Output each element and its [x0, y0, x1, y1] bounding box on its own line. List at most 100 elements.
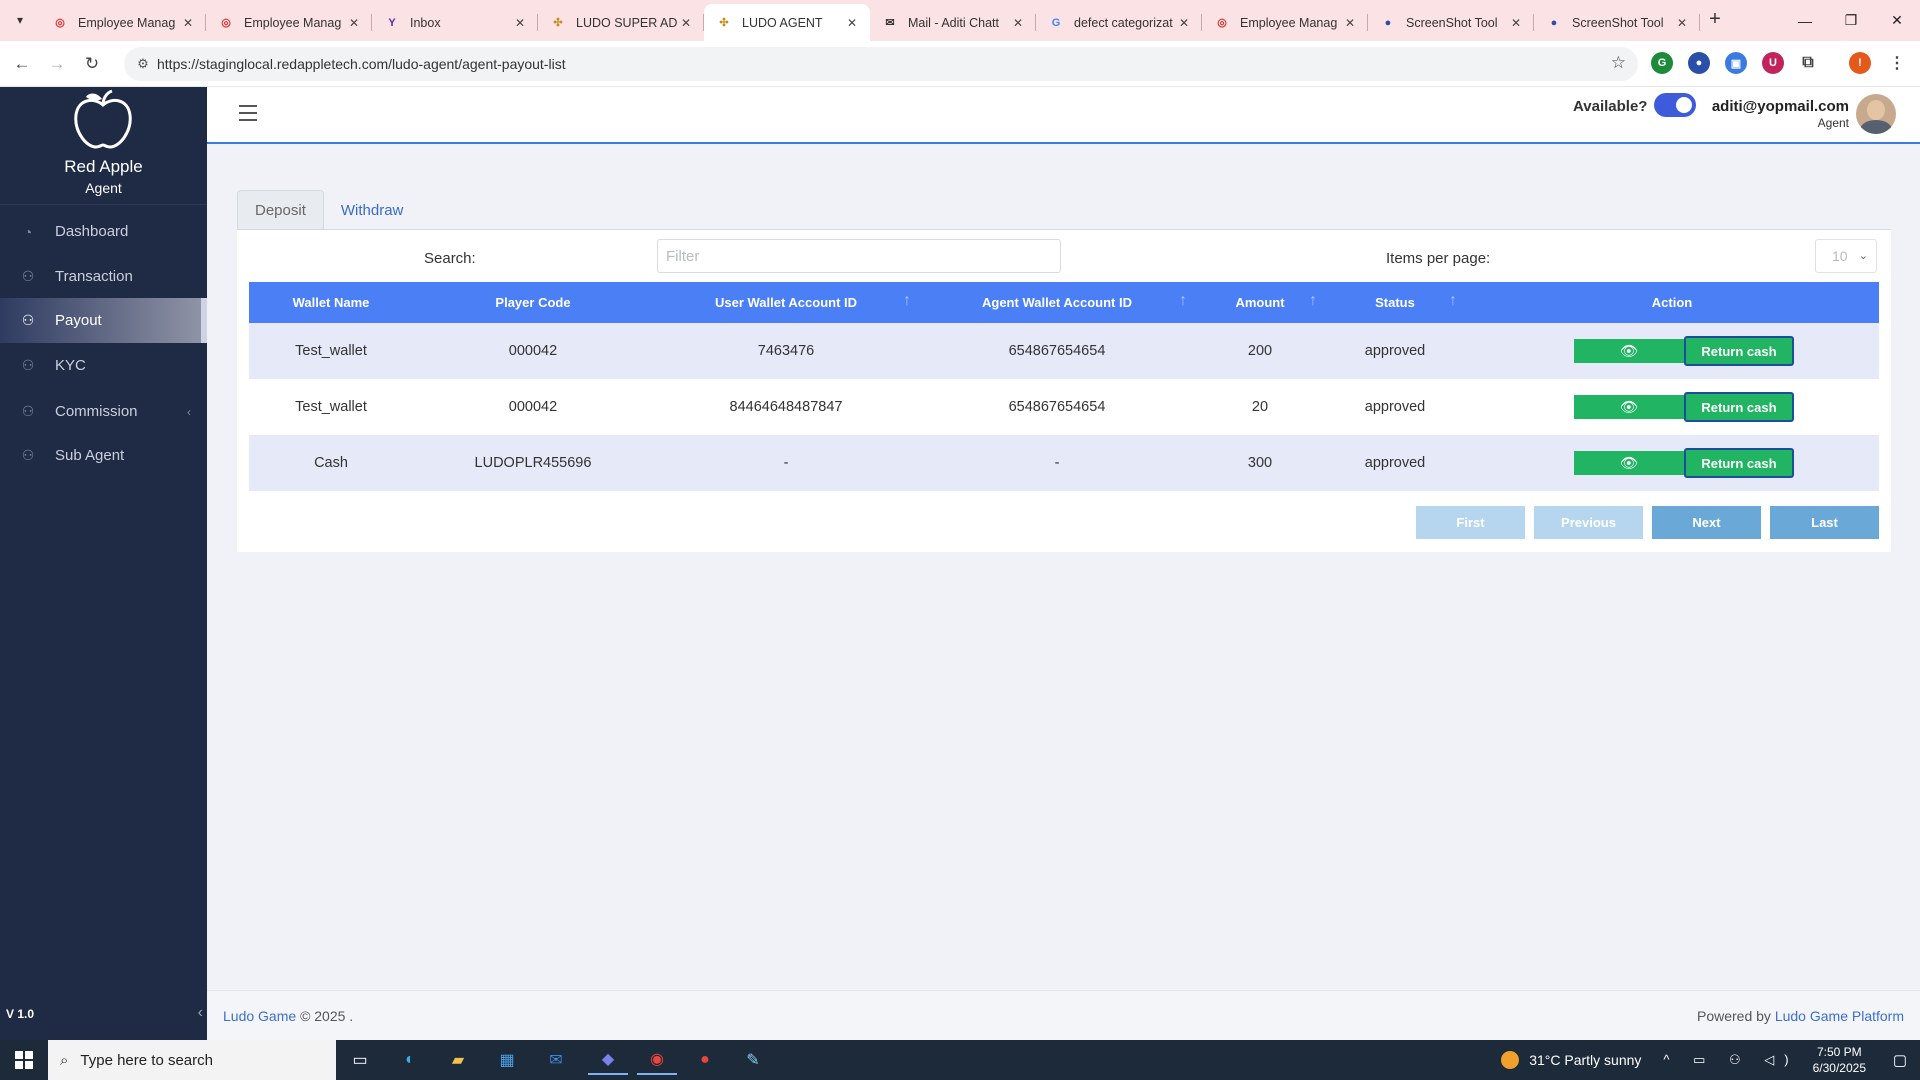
minimize-icon[interactable]: —: [1782, 0, 1828, 41]
browser-tab[interactable]: ● ScreenShot Tool ✕: [1368, 4, 1534, 41]
eye-icon: 👁: [1619, 399, 1639, 416]
sidebar-item-kyc[interactable]: ⚇ KYC: [0, 343, 207, 388]
close-icon[interactable]: ✕: [678, 16, 694, 30]
taskbar-search-placeholder: Type here to search: [80, 1051, 213, 1069]
return-cash-button[interactable]: Return cash: [1684, 392, 1794, 422]
sidebar-item-sub-agent[interactable]: ⚇ Sub Agent: [0, 433, 207, 478]
tray-icons[interactable]: ^ ▭ ⚇ ◁): [1663, 1052, 1798, 1068]
chrome-icon[interactable]: ◉: [637, 1045, 677, 1075]
taskbar-search[interactable]: ⌕ Type here to search: [48, 1040, 336, 1080]
close-icon[interactable]: ✕: [1176, 16, 1192, 30]
column-header-user-wallet-id[interactable]: User Wallet Account ID ↑: [653, 282, 919, 323]
browser-tab[interactable]: ◎ Employee Manag ✕: [206, 4, 372, 41]
browser-tab[interactable]: ✣ LUDO SUPER ADI ✕: [538, 4, 704, 41]
bookmark-star-icon[interactable]: ☆: [1611, 53, 1626, 73]
items-per-page-select[interactable]: 10 ⌄: [1815, 239, 1877, 273]
site-info-icon[interactable]: ⚙: [134, 55, 152, 73]
sidebar-item-dashboard[interactable]: ◔ Dashboard: [0, 209, 207, 254]
close-icon[interactable]: ✕: [844, 16, 860, 30]
teams-icon[interactable]: ◆: [588, 1045, 628, 1075]
close-icon[interactable]: ✕: [180, 16, 196, 30]
collapse-sidebar-icon[interactable]: ‹: [198, 1004, 203, 1022]
column-label: Action: [1651, 295, 1693, 310]
close-icon[interactable]: ✕: [1674, 16, 1690, 30]
column-header-wallet-name[interactable]: Wallet Name: [249, 282, 413, 323]
view-button[interactable]: 👁: [1574, 339, 1684, 363]
footer-link[interactable]: Ludo Game: [223, 1008, 296, 1024]
windows-start-icon[interactable]: [0, 1040, 48, 1080]
return-cash-button[interactable]: Return cash: [1684, 336, 1794, 366]
omnibox[interactable]: ⚙ https://staginglocal.redappletech.com/…: [124, 47, 1638, 81]
paint-icon[interactable]: ✎: [733, 1045, 773, 1075]
return-cash-button[interactable]: Return cash: [1684, 448, 1794, 478]
hamburger-menu-icon[interactable]: [239, 105, 257, 121]
browser-tab[interactable]: ◎ Employee Manag ✕: [40, 4, 206, 41]
tab-search-icon[interactable]: ▾: [8, 8, 32, 32]
sort-arrow-icon[interactable]: ↑: [1179, 292, 1187, 310]
tab-withdraw[interactable]: Withdraw: [324, 190, 421, 230]
sort-arrow-icon[interactable]: ↑: [1449, 292, 1457, 310]
back-icon[interactable]: ←: [10, 52, 34, 76]
close-icon[interactable]: ✕: [1342, 16, 1358, 30]
sidebar-item-payout[interactable]: ⚇ Payout: [0, 298, 207, 343]
browser-tab[interactable]: G defect categorizat ✕: [1036, 4, 1202, 41]
sort-arrow-icon[interactable]: ↑: [1309, 292, 1317, 310]
table-header-row: Wallet Name Player Code User Wallet Acco…: [249, 282, 1879, 323]
store-icon[interactable]: ▦: [487, 1045, 527, 1075]
availability-toggle[interactable]: [1654, 93, 1696, 117]
reload-icon[interactable]: ↻: [80, 52, 104, 76]
brand-logo[interactable]: Red Apple Agent: [0, 87, 207, 205]
app-icon[interactable]: ●: [685, 1045, 725, 1075]
view-button[interactable]: 👁: [1574, 395, 1684, 419]
browser-tab[interactable]: ✉ Mail - Aditi Chatt ✕: [870, 4, 1036, 41]
column-header-player-code[interactable]: Player Code: [413, 282, 653, 323]
mail-app-icon[interactable]: ✉: [536, 1045, 576, 1075]
new-tab-icon[interactable]: +: [1703, 8, 1727, 32]
column-header-agent-wallet-id[interactable]: Agent Wallet Account ID ↑: [919, 282, 1195, 323]
restore-icon[interactable]: ❐: [1828, 0, 1874, 41]
edge-icon[interactable]: ◐: [390, 1045, 430, 1075]
last-page-button[interactable]: Last: [1770, 506, 1879, 539]
close-icon[interactable]: ✕: [346, 16, 362, 30]
close-icon[interactable]: ✕: [1010, 16, 1026, 30]
notification-icon[interactable]: ▢: [1880, 1051, 1920, 1069]
cell-action: 👁 Return cash: [1465, 323, 1879, 379]
forward-icon[interactable]: →: [45, 52, 69, 76]
close-icon[interactable]: ✕: [512, 16, 528, 30]
close-icon[interactable]: ✕: [1508, 16, 1524, 30]
previous-page-button[interactable]: Previous: [1534, 506, 1643, 539]
page-footer: Ludo Game © 2025 . Powered by Ludo Game …: [207, 990, 1920, 1040]
search-input[interactable]: [657, 239, 1061, 273]
next-page-button[interactable]: Next: [1652, 506, 1761, 539]
browser-tab[interactable]: Y Inbox ✕: [372, 4, 538, 41]
clock[interactable]: 7:50 PM 6/30/2025: [1813, 1044, 1866, 1076]
ublock-icon[interactable]: U: [1762, 52, 1784, 74]
browser-menu-icon[interactable]: ⋮: [1886, 52, 1908, 74]
weather-widget[interactable]: 31°C Partly sunny: [1501, 1051, 1641, 1069]
column-header-status[interactable]: Status ↑: [1325, 282, 1465, 323]
cell-wallet-name: Cash: [314, 455, 348, 471]
grammarly-icon[interactable]: G: [1651, 52, 1673, 74]
view-button[interactable]: 👁: [1574, 451, 1684, 475]
sidebar-item-label: KYC: [55, 357, 86, 374]
profile-icon[interactable]: !: [1849, 52, 1871, 74]
task-view-icon[interactable]: ▭: [340, 1045, 380, 1075]
browser-tab[interactable]: ◎ Employee Manag ✕: [1202, 4, 1368, 41]
screenshot-extension-icon[interactable]: ●: [1688, 52, 1710, 74]
browser-tab[interactable]: ● ScreenShot Tool ✕: [1534, 4, 1700, 41]
sidebar-item-commission[interactable]: ⚇ Commission ‹: [0, 389, 207, 434]
taskbar: ⌕ Type here to search ▭ ◐ ▰ ▦ ✉ ◆ ◉ ● ✎ …: [0, 1040, 1920, 1080]
column-header-amount[interactable]: Amount ↑: [1195, 282, 1325, 323]
sort-arrow-icon[interactable]: ↑: [903, 292, 911, 310]
file-explorer-icon[interactable]: ▰: [438, 1045, 478, 1075]
tab-deposit[interactable]: Deposit: [237, 190, 324, 230]
first-page-button[interactable]: First: [1416, 506, 1525, 539]
powered-by-link[interactable]: Ludo Game Platform: [1775, 1008, 1904, 1024]
extensions-puzzle-icon[interactable]: ⧉: [1797, 52, 1819, 74]
close-window-icon[interactable]: ✕: [1874, 0, 1920, 41]
browser-tab-active[interactable]: ✣ LUDO AGENT ✕: [704, 4, 870, 41]
sidebar-item-transaction[interactable]: ⚇ Transaction: [0, 254, 207, 299]
camera-extension-icon[interactable]: ▣: [1725, 52, 1747, 74]
weather-text: 31°C Partly sunny: [1529, 1052, 1642, 1068]
avatar[interactable]: [1856, 94, 1896, 134]
